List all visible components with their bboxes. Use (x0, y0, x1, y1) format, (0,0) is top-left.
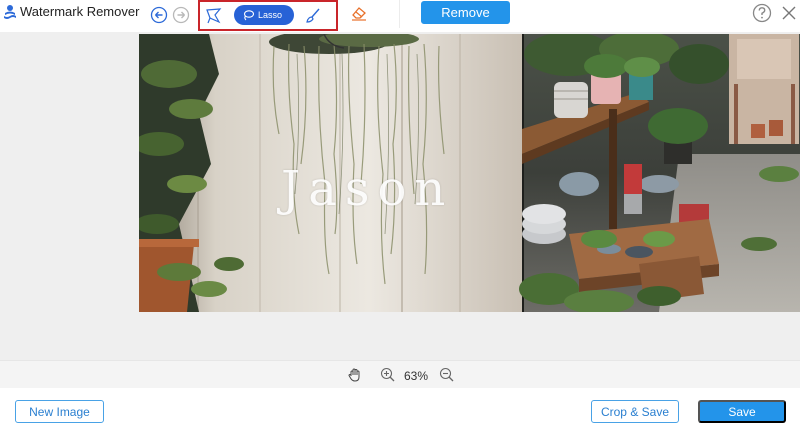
save-button[interactable]: Save (698, 400, 786, 423)
undo-icon (150, 6, 168, 24)
lasso-button[interactable]: Lasso (234, 5, 294, 25)
app-title: Watermark Remover (20, 4, 140, 19)
image-canvas-area[interactable]: Jason (0, 32, 800, 360)
close-icon[interactable] (780, 4, 798, 22)
top-toolbar: Watermark Remover Lasso Remove (0, 0, 800, 32)
watermark-remover-app: Watermark Remover Lasso Remove Jason 63%… (0, 0, 800, 427)
help-icon[interactable] (752, 3, 772, 23)
edited-photo[interactable]: Jason (139, 34, 800, 312)
brush-icon[interactable] (304, 7, 322, 25)
undo-button[interactable] (150, 6, 168, 24)
zoom-in-icon[interactable] (380, 367, 395, 382)
eraser-tool[interactable] (338, 0, 400, 28)
app-logo-icon (4, 5, 16, 19)
zoom-level: 63% (404, 369, 429, 383)
new-image-button[interactable]: New Image (15, 400, 104, 423)
remove-button[interactable]: Remove (421, 1, 510, 24)
redo-button[interactable] (172, 6, 190, 24)
plants-photo (139, 34, 800, 312)
zoom-out-icon[interactable] (439, 367, 454, 382)
app-brand: Watermark Remover (3, 4, 139, 20)
crop-and-save-button[interactable]: Crop & Save (591, 400, 679, 423)
redo-icon (172, 6, 190, 24)
lasso-icon (243, 10, 254, 21)
watermark-text[interactable]: Jason (281, 161, 453, 217)
selection-tool-group: Lasso (198, 0, 338, 31)
zoom-bar: 63% (0, 360, 800, 388)
eraser-icon (352, 7, 366, 21)
bottom-action-bar: New Image Crop & Save Save (0, 388, 800, 427)
polygonal-lasso-icon[interactable] (205, 7, 223, 25)
lasso-label: Lasso (258, 10, 283, 20)
hand-icon[interactable] (347, 367, 363, 383)
